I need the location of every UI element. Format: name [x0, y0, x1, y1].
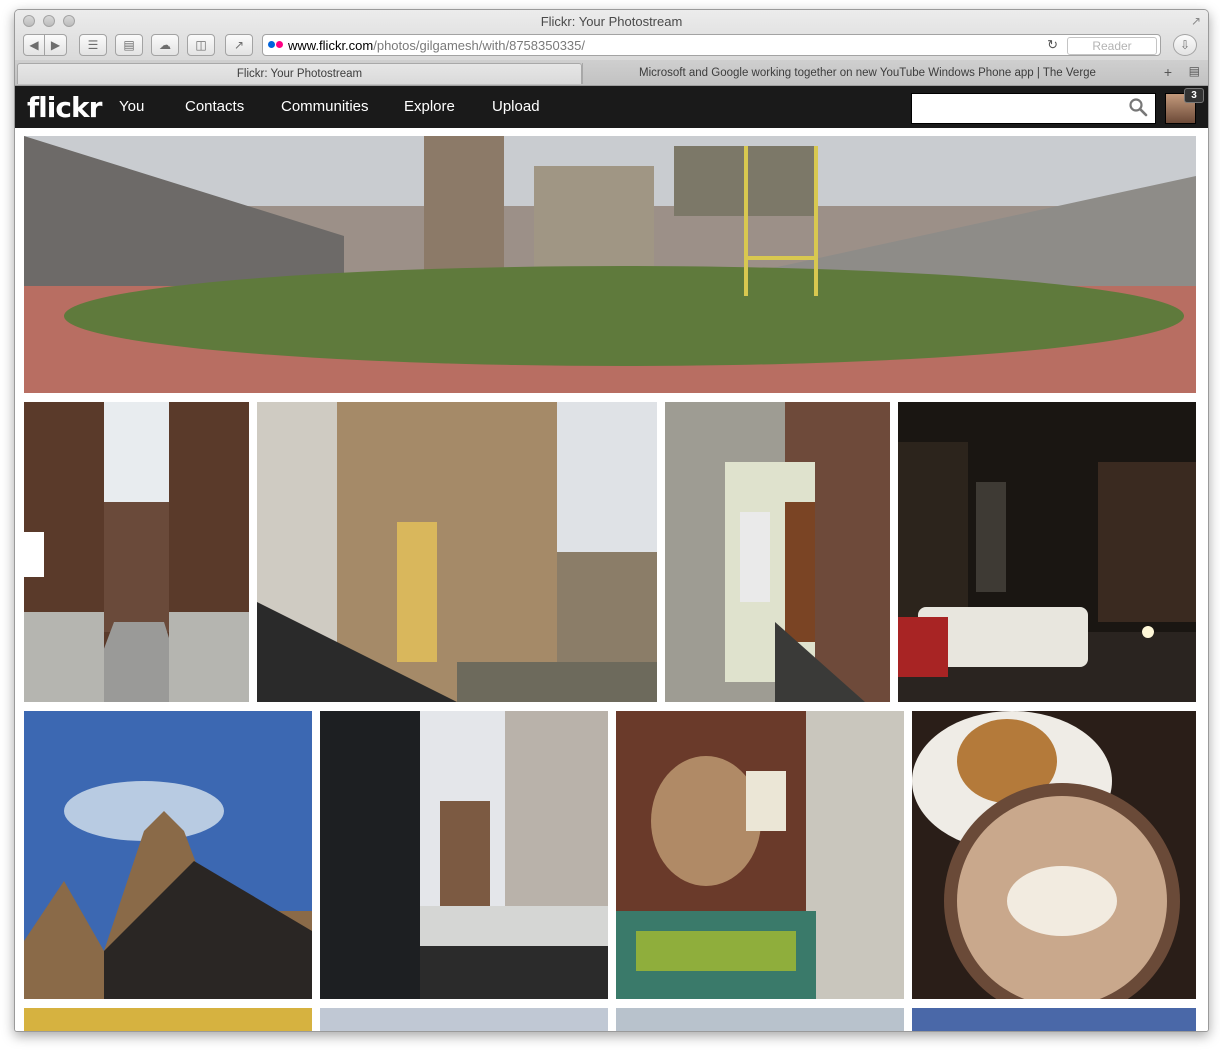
photo-row4-1[interactable]: [24, 1008, 312, 1031]
photo-row4-3[interactable]: [616, 1008, 904, 1031]
photo-highrise-buildings[interactable]: [320, 711, 608, 999]
flickr-logo[interactable]: flickr: [27, 91, 102, 124]
photo-latte-and-muffin[interactable]: [912, 711, 1196, 999]
church-image: [24, 711, 312, 999]
reading-list-button[interactable]: ◫: [187, 34, 215, 56]
stack-icon: ▤: [123, 38, 135, 52]
browser-window: Flickr: Your Photostream ↗ ◀ ▶ ☰ ▤ ☁ ◫ ↗…: [14, 9, 1209, 1032]
icloud-button[interactable]: ☁: [151, 34, 179, 56]
layers-button[interactable]: ☰: [79, 34, 107, 56]
page-content: flickr You Contacts Communities Explore …: [15, 86, 1208, 1031]
nav-contacts[interactable]: Contacts: [185, 98, 244, 115]
brick-alley-image: [24, 402, 249, 702]
bookmark-stack-button[interactable]: ▤: [115, 34, 143, 56]
forward-arrow-icon: ▶: [50, 38, 61, 52]
nav-upload[interactable]: Upload: [492, 98, 540, 115]
flickr-search-box[interactable]: [911, 93, 1156, 124]
share-button[interactable]: ↗: [225, 34, 253, 56]
url-host: www.flickr.com: [288, 38, 374, 53]
download-icon: ⇩: [1179, 38, 1191, 52]
photo-brick-alley[interactable]: [24, 402, 249, 702]
tab-bar: Flickr: Your Photostream Microsoft and G…: [15, 60, 1208, 86]
window-title: Flickr: Your Photostream: [540, 14, 683, 29]
url-path: /photos/gilgamesh/with/8758350335/: [373, 38, 585, 53]
address-bar[interactable]: www.flickr.com/photos/gilgamesh/with/875…: [262, 34, 1161, 56]
back-button[interactable]: ◀: [23, 34, 45, 56]
book-icon: ◫: [195, 38, 207, 52]
graffiti-image: [616, 711, 904, 999]
photo-ornate-doorway[interactable]: [665, 402, 890, 702]
cloud-icon: ☁: [159, 38, 171, 52]
flickr-favicon-icon: [268, 41, 284, 49]
photo-stone-rowhouses[interactable]: [257, 402, 657, 702]
search-input[interactable]: [918, 94, 1122, 123]
forward-button[interactable]: ▶: [45, 34, 67, 56]
share-icon: ↗: [233, 38, 245, 52]
highrise-image: [320, 711, 608, 999]
photo-row4-4[interactable]: [912, 1008, 1196, 1031]
nav-communities[interactable]: Communities: [281, 98, 369, 115]
photo-row4-2[interactable]: [320, 1008, 608, 1031]
url-text[interactable]: www.flickr.com/photos/gilgamesh/with/875…: [288, 38, 585, 53]
photo-graffiti-wall[interactable]: [616, 711, 904, 999]
rowhouses-image: [257, 402, 657, 702]
tab-overview-icon[interactable]: ▤: [1189, 64, 1200, 78]
flickr-navbar: flickr You Contacts Communities Explore …: [15, 86, 1208, 128]
doorway-image: [665, 402, 890, 702]
tab-the-verge[interactable]: Microsoft and Google working together on…: [582, 63, 1152, 84]
tab-flickr[interactable]: Flickr: Your Photostream: [17, 63, 582, 84]
new-tab-icon[interactable]: +: [1164, 64, 1172, 80]
layers-icon: ☰: [87, 38, 99, 52]
nav-explore[interactable]: Explore: [404, 98, 455, 115]
photo-stadium-panorama[interactable]: [24, 136, 1196, 393]
stadium-image: [24, 136, 1196, 393]
latte-image: [912, 711, 1196, 999]
fullscreen-icon[interactable]: ↗: [1191, 14, 1201, 28]
nav-you[interactable]: You: [119, 98, 144, 115]
back-arrow-icon: ◀: [29, 38, 39, 52]
police-night-image: [898, 402, 1196, 702]
reader-button[interactable]: Reader: [1067, 37, 1157, 55]
photo-church-spires[interactable]: [24, 711, 312, 999]
reload-icon[interactable]: ↻: [1047, 37, 1058, 53]
downloads-button[interactable]: ⇩: [1173, 34, 1197, 56]
notification-badge[interactable]: 3: [1184, 88, 1204, 103]
photo-police-night-scene[interactable]: [898, 402, 1196, 702]
search-icon[interactable]: [1128, 97, 1148, 117]
